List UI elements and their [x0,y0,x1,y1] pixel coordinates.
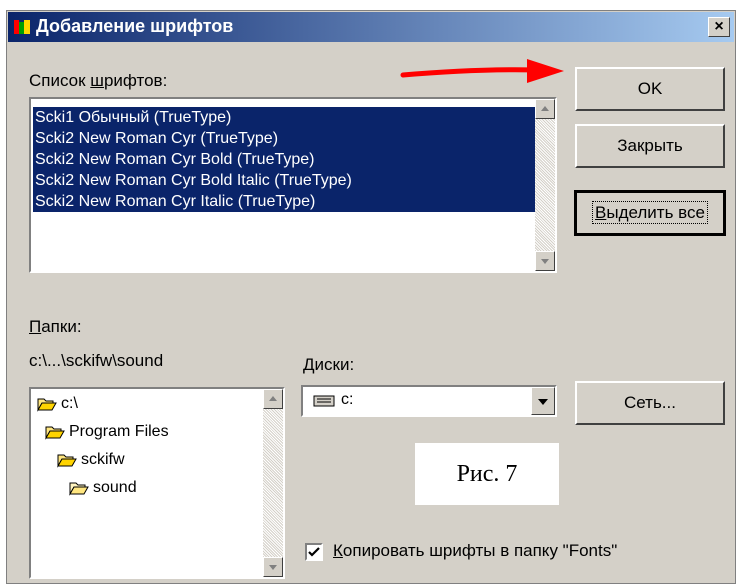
open-folder-icon [45,426,65,440]
scroll-down-button[interactable] [263,557,283,577]
drives-label: Диски: [303,355,355,374]
drives-value: c: [341,391,354,408]
figure-caption: Рис. 7 [415,443,559,505]
window-title: Добавление шрифтов [36,16,234,36]
font-list-item[interactable]: Scki2 New Roman Cyr Italic (TrueType) [33,191,535,212]
scroll-up-button[interactable] [535,99,555,119]
checkmark-icon [308,547,320,557]
close-button[interactable]: Закрыть [575,124,725,168]
font-list-item[interactable]: Scki2 New Roman Cyr Bold Italic (TrueTyp… [33,170,535,191]
font-list[interactable]: Scki1 Обычный (TrueType) Scki2 New Roman… [29,97,557,273]
folder-item[interactable]: sckifw [57,447,125,473]
copy-fonts-checkbox[interactable] [305,543,323,561]
folders-label: Папки: [29,317,82,336]
copy-fonts-label[interactable]: Копировать шрифты в папку "Fonts" [333,541,617,561]
folder-tree[interactable]: c:\ Program Files sckifw sound [29,387,285,579]
drive-icon [313,395,335,407]
scroll-down-icon [269,565,277,570]
folder-item[interactable]: sound [69,475,137,501]
open-folder-icon [37,398,57,412]
drives-dropdown-button[interactable] [531,387,555,415]
open-folder-icon [57,454,77,468]
fonts-app-icon [14,20,30,34]
close-window-button[interactable]: × [708,17,730,37]
scroll-down-icon [541,259,549,264]
font-list-item[interactable]: Scki1 Обычный (TrueType) [33,107,535,128]
scroll-up-icon [541,106,549,111]
drives-select[interactable]: c: [301,385,557,417]
title-bar: Добавление шрифтов × [8,12,734,42]
folder-item[interactable]: c:\ [37,391,78,417]
network-button[interactable]: Сеть... [575,381,725,425]
font-list-item[interactable]: Scki2 New Roman Cyr (TrueType) [33,128,535,149]
font-list-label: Список шрифтов: [29,71,168,90]
current-path: c:\...\sckifw\sound [29,351,164,370]
font-list-scrollbar[interactable] [535,99,555,271]
ok-button[interactable]: OK [575,67,725,111]
add-fonts-dialog: Добавление шрифтов × Список шрифтов: Sck… [6,10,736,584]
open-folder-icon [69,482,89,496]
folder-item[interactable]: Program Files [45,419,169,445]
font-list-item[interactable]: Scki2 New Roman Cyr Bold (TrueType) [33,149,535,170]
scroll-down-button[interactable] [535,251,555,271]
select-all-button[interactable]: Выделить все [574,190,726,236]
folder-tree-scrollbar[interactable] [263,389,283,577]
scroll-up-icon [269,396,277,401]
scroll-up-button[interactable] [263,389,283,409]
red-arrow-icon [400,59,564,83]
chevron-down-icon [538,399,548,405]
